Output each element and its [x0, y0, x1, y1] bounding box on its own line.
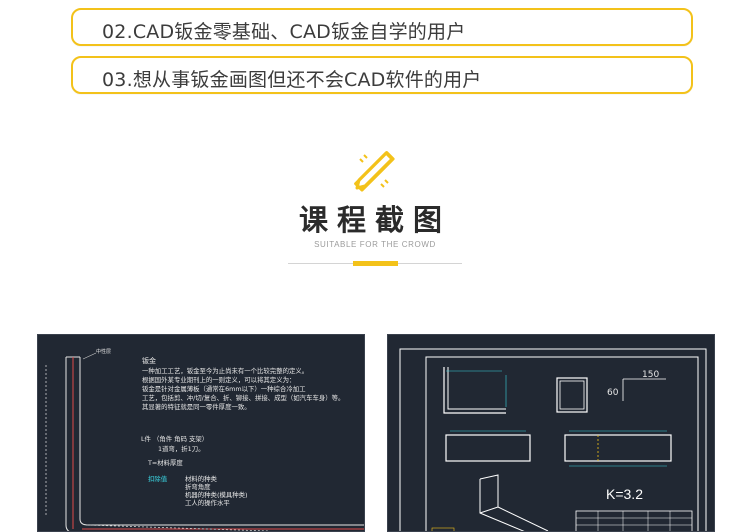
cad-dimension-150: 150 — [642, 370, 660, 380]
cad-paragraph-line: 其显著的特征就是同一零件厚度一致。 — [142, 403, 251, 411]
cad-drawing-parts — [399, 348, 707, 531]
cad-screenshot-left: 中性层 钣金 一种加工工艺，钣金至今为止尚未有一个比较完整的定义。 根据国外某专… — [37, 334, 365, 532]
cad-label-neutral: 中性层 — [96, 349, 112, 355]
audience-item-2: 02.CAD钣金零基础、CAD钣金自学的用户 — [71, 8, 693, 46]
cad-dimension-60: 60 — [607, 388, 619, 398]
section-divider-accent — [353, 261, 398, 266]
cad-screenshot-right: 150 60 K=3.2 — [387, 334, 715, 532]
cad-paragraph-line: 钣金是针对金属薄板（通常在6mm以下）一种综合冷加工 — [142, 385, 306, 393]
section-subtitle: SUITABLE FOR THE CROWD — [314, 240, 436, 249]
section-title: 课程截图 — [298, 203, 451, 237]
cad-deduction-label: 扣除值 — [148, 475, 168, 483]
audience-item-text: 03.想从事钣金画图但还不会CAD软件的用户 — [102, 69, 482, 91]
audience-item-text: 02.CAD钣金零基础、CAD钣金自学的用户 — [102, 21, 466, 43]
cad-thickness: T=材料厚度 — [148, 459, 183, 467]
cad-lpart: L件 （角件 角码 支架） — [141, 435, 209, 443]
cad-k-factor: K=3.2 — [606, 486, 643, 502]
pencil-ruler-icon — [354, 151, 395, 192]
cad-deduction-item: 工人的操作水平 — [185, 499, 230, 507]
cad-paragraph-line: 根据国外某专业期刊上的一则定义，可以将其定义为： — [142, 376, 296, 384]
audience-item-3: 03.想从事钣金画图但还不会CAD软件的用户 — [71, 56, 693, 94]
cad-lpart-sub: 1道弯，折1刀。 — [158, 445, 205, 453]
cad-paragraph-line: 一种加工工艺，钣金至今为止尚未有一个比较完整的定义。 — [142, 367, 309, 375]
cad-heading: 钣金 — [142, 357, 156, 365]
cad-paragraph-line: 工艺，包括剪、冲/切/复合、折、铆接、拼接、成型（如汽车车身）等。 — [142, 394, 345, 402]
